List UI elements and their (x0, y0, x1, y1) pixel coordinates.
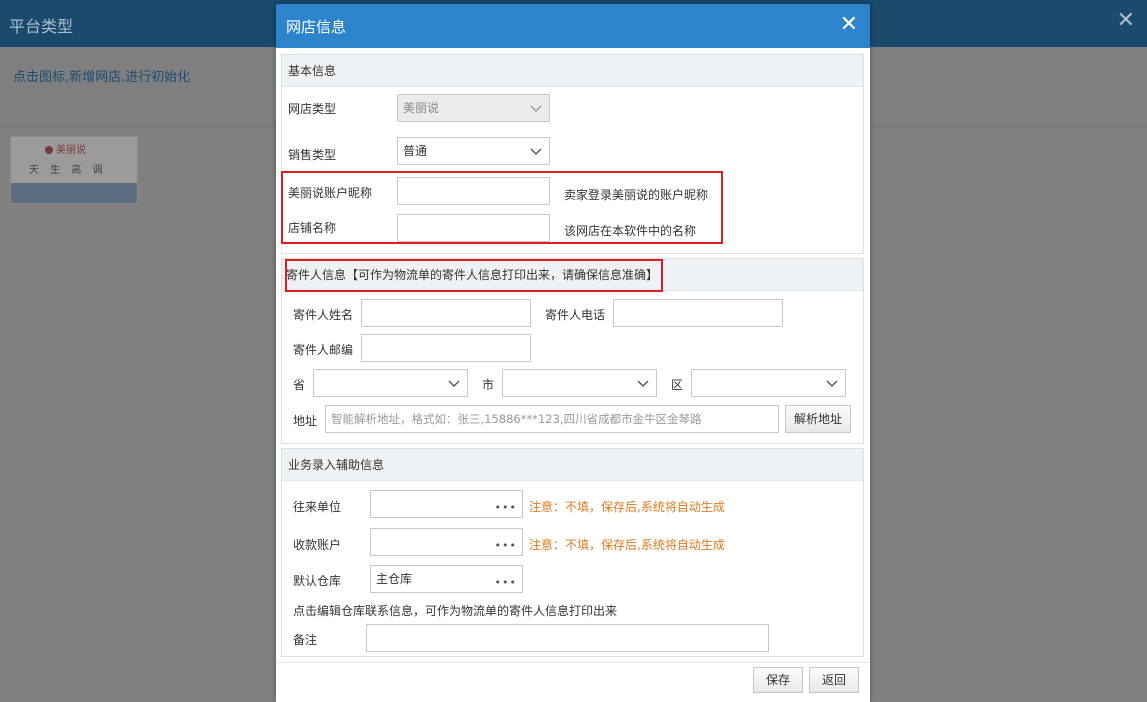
background-title: 平台类型 (9, 17, 74, 36)
sender-phone-input[interactable] (613, 299, 783, 327)
chevron-down-icon (530, 148, 542, 155)
address-label: 地址 (293, 414, 318, 428)
sender-info-heading: 寄件人信息【可作为物流单的寄件人信息打印出来，请确保信息准确】 (282, 259, 863, 291)
basic-info-heading: 基本信息 (282, 55, 863, 87)
dialog-header: 网店信息 ✕ (276, 4, 870, 48)
shop-name-help: 该网店在本软件中的名称 (564, 224, 697, 238)
remark-input[interactable] (366, 624, 769, 652)
district-select[interactable] (691, 369, 846, 397)
warehouse-edit-hint[interactable]: 点击编辑仓库联系信息，可作为物流单的寄件人信息打印出来 (293, 602, 617, 619)
background-close-icon[interactable]: ✕ (1117, 10, 1135, 32)
shop-name-input[interactable] (397, 214, 550, 242)
sale-type-select[interactable]: 普通 (397, 137, 550, 165)
shop-type-select: 美丽说 (397, 94, 550, 122)
receive-account-picker[interactable]: ••• (370, 528, 523, 556)
meilishuo-brand-text: 天 生 高 调 (29, 165, 107, 176)
business-info-heading: 业务录入辅助信息 (282, 449, 863, 481)
account-nickname-input[interactable] (397, 177, 550, 205)
shop-name-label: 店铺名称 (288, 221, 337, 235)
sender-zip-label: 寄件人邮编 (293, 343, 354, 357)
sender-phone-label: 寄件人电话 (545, 308, 606, 322)
sender-name-label: 寄件人姓名 (293, 308, 354, 322)
province-label: 省 (293, 378, 306, 392)
shop-type-label: 网店类型 (288, 102, 337, 116)
more-icon[interactable]: ••• (495, 570, 517, 596)
address-input[interactable] (325, 405, 779, 433)
sender-zip-input[interactable] (361, 334, 531, 362)
chevron-down-icon (826, 380, 838, 387)
parse-address-button[interactable]: 解析地址 (785, 405, 851, 433)
account-nickname-label: 美丽说账户昵称 (288, 186, 373, 200)
receive-account-note: 注意：不填，保存后,系统将自动生成 (529, 538, 725, 552)
default-warehouse-picker[interactable]: 主仓库 ••• (370, 565, 523, 593)
chevron-down-icon (448, 380, 460, 387)
chevron-down-icon (637, 380, 649, 387)
background-hint: 点击图标,新增网店,进行初始化 (13, 70, 191, 85)
province-select[interactable] (313, 369, 468, 397)
city-label: 市 (482, 378, 495, 392)
card-strip (11, 183, 137, 203)
platform-card-meilishuo[interactable]: 美丽说 天 生 高 调 (10, 136, 138, 204)
district-label: 区 (671, 378, 684, 392)
close-icon[interactable]: ✕ (840, 13, 858, 37)
partner-picker[interactable]: ••• (370, 490, 523, 518)
partner-label: 往来单位 (293, 500, 342, 514)
more-icon[interactable]: ••• (495, 533, 517, 559)
remark-label: 备注 (293, 633, 318, 647)
back-button[interactable]: 返回 (809, 667, 859, 693)
more-icon[interactable]: ••• (495, 495, 517, 521)
shop-info-dialog: 网店信息 ✕ 基本信息 网店类型 美丽说 销售类型 普通 美丽说账户昵称 卖家登… (276, 4, 870, 702)
receive-account-label: 收款账户 (293, 538, 342, 552)
sender-name-input[interactable] (361, 299, 531, 327)
chevron-down-icon (530, 105, 542, 112)
default-warehouse-label: 默认仓库 (293, 574, 342, 588)
meilishuo-logo: 美丽说 (45, 141, 86, 156)
save-button[interactable]: 保存 (753, 667, 803, 693)
footer-divider (276, 662, 870, 663)
dialog-title: 网店信息 (286, 18, 347, 36)
sale-type-label: 销售类型 (288, 148, 337, 162)
account-nickname-help: 卖家登录美丽说的账户昵称 (564, 188, 709, 202)
partner-note: 注意：不填，保存后,系统将自动生成 (529, 500, 725, 514)
city-select[interactable] (502, 369, 657, 397)
